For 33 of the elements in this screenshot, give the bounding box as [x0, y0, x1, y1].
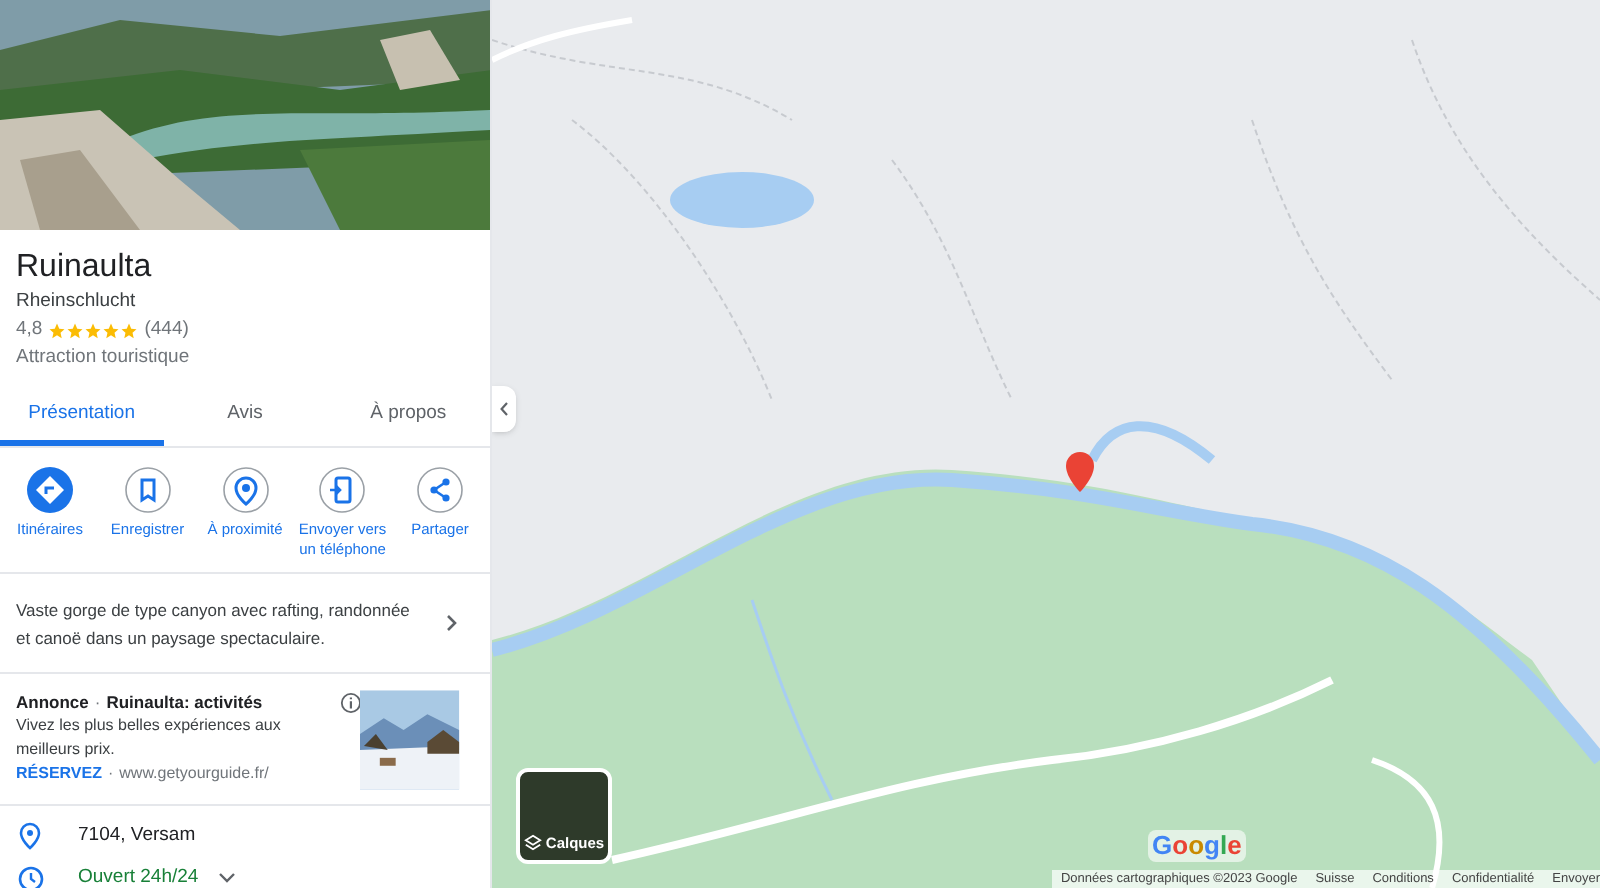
place-description: Vaste gorge de type canyon avec rafting, randonnée et canoë dans un paysage spectaculaire. — [16, 597, 412, 651]
separator-dot: · — [94, 690, 101, 714]
description-row[interactable]: Vaste gorge de type canyon avec rafting, randonnée et canoë dans un paysage spectaculaire. — [0, 574, 490, 674]
info-icon[interactable] — [339, 692, 361, 714]
chevron-down-icon[interactable] — [218, 872, 237, 884]
opening-hours[interactable]: Ouvert 24h/24 — [78, 863, 199, 888]
star-icon — [84, 321, 103, 339]
google-logo: Google — [1148, 830, 1246, 862]
separator-dot: · — [107, 762, 114, 786]
ad-title[interactable]: Ruinaulta: activités — [106, 690, 263, 714]
tab[interactable]: Avis — [163, 388, 327, 446]
chevron-right-icon — [446, 614, 458, 632]
place-title: Ruinaulta — [16, 248, 154, 288]
ad-url[interactable]: www.getyourguide.fr/ — [119, 762, 269, 786]
tab[interactable]: Présentation — [0, 388, 164, 446]
review-count[interactable]: (444) — [144, 316, 189, 344]
chevron-left-icon — [500, 402, 508, 416]
place-subtitle: Rheinschlucht — [16, 288, 138, 316]
star-icon — [66, 321, 85, 339]
clock-icon — [18, 865, 44, 888]
layers-icon — [523, 834, 542, 852]
ad-label: Annonce — [16, 690, 89, 714]
cta-link[interactable]: RÉSERVEZ — [16, 762, 102, 786]
star-icon — [48, 321, 67, 339]
rating-value: 4,8 — [16, 316, 43, 344]
ad-text: Vivez les plus belles expériences aux meilleurs prix. — [16, 714, 283, 762]
star-icon — [120, 321, 139, 339]
place-category[interactable]: Attraction touristique — [16, 344, 474, 372]
address-text: 7104, Versam — [78, 821, 196, 850]
star-icon — [102, 321, 121, 339]
tab[interactable]: À propos — [326, 388, 490, 446]
location-pin-icon — [18, 822, 42, 850]
collapse-panel-button[interactable] — [492, 386, 516, 432]
